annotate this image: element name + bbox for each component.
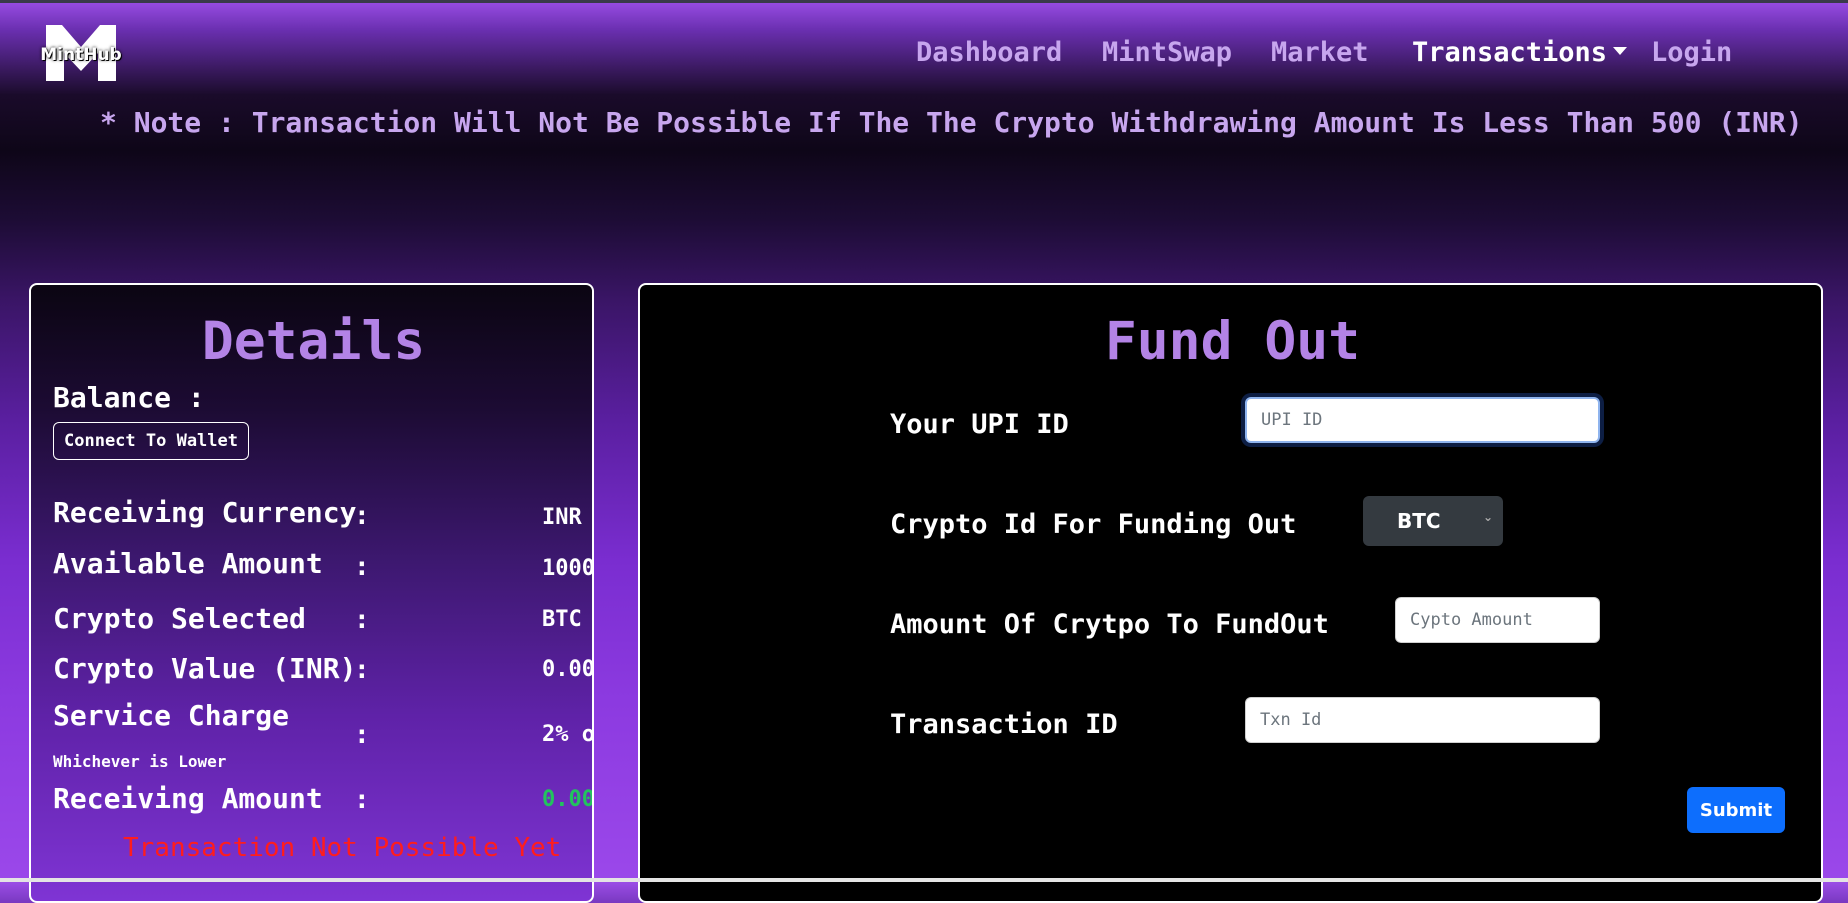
fundout-title: Fund Out (1104, 311, 1361, 372)
fundout-card: Fund Out Your UPI ID Crypto Id For Fundi… (638, 283, 1823, 903)
crypto-select-value: BTC (1397, 509, 1441, 533)
crypto-selected-label: Crypto Selected (53, 602, 306, 635)
upi-id-label: Your UPI ID (890, 409, 1069, 440)
brand-name: MintHub (40, 45, 122, 65)
transaction-id-input[interactable] (1245, 697, 1600, 743)
nav-login[interactable]: Login (1651, 37, 1732, 68)
navbar: MintHub Dashboard MintSwap Market Transa… (0, 3, 1848, 98)
transaction-status: Transaction Not Possible Yet (123, 833, 562, 863)
upi-id-input[interactable] (1245, 397, 1600, 443)
available-amount-label: Available Amount (53, 547, 323, 580)
details-title: Details (201, 311, 426, 372)
caret-down-icon (1613, 46, 1628, 55)
available-amount-value: 10000 (542, 556, 594, 581)
receiving-amount-colon: : (354, 785, 370, 815)
transaction-id-label: Transaction ID (890, 709, 1118, 740)
chevron-down-icon: ⌄ (1482, 510, 1493, 524)
nav-mintswap[interactable]: MintSwap (1102, 37, 1232, 68)
brand-logo[interactable]: MintHub (36, 25, 126, 85)
receiving-amount-label: Receiving Amount (53, 782, 323, 815)
connect-wallet-button[interactable]: Connect To Wallet (53, 422, 249, 460)
nav-dashboard[interactable]: Dashboard (916, 37, 1062, 68)
bottom-scrollbar-strip (0, 878, 1848, 882)
crypto-value-label: Crypto Value (INR) (53, 652, 357, 685)
crypto-value-colon: : (354, 655, 370, 685)
service-charge-value: 2% or ₹ (542, 722, 594, 747)
receiving-currency-label: Receiving Currency (53, 496, 357, 529)
receiving-currency-value: INR (542, 505, 582, 530)
crypto-select[interactable]: BTC ⌄ (1363, 496, 1503, 546)
crypto-id-label: Crypto Id For Funding Out (890, 509, 1297, 540)
submit-button[interactable]: Submit (1687, 787, 1785, 833)
crypto-selected-value: BTC (542, 607, 582, 632)
service-charge-colon: : (354, 720, 370, 750)
nav-transactions-dropdown[interactable]: Transactions (1412, 37, 1628, 68)
service-charge-label: Service Charge (53, 699, 290, 732)
crypto-value-value: 0.00 (542, 657, 594, 682)
crypto-amount-input[interactable] (1395, 597, 1600, 643)
available-amount-colon: : (354, 552, 370, 582)
nav-market[interactable]: Market (1271, 37, 1369, 68)
crypto-amount-label: Amount Of Crytpo To FundOut (890, 609, 1329, 640)
receiving-amount-value: 0.00 (542, 787, 594, 812)
details-card: Details Balance : Connect To Wallet Rece… (29, 283, 594, 903)
balance-label: Balance : (53, 381, 205, 414)
nav-transactions-label: Transactions (1412, 37, 1608, 68)
withdraw-note: * Note : Transaction Will Not Be Possibl… (100, 106, 1803, 139)
crypto-selected-colon: : (354, 605, 370, 635)
service-charge-note: Whichever is Lower (53, 752, 227, 771)
receiving-currency-colon: : (354, 501, 370, 531)
